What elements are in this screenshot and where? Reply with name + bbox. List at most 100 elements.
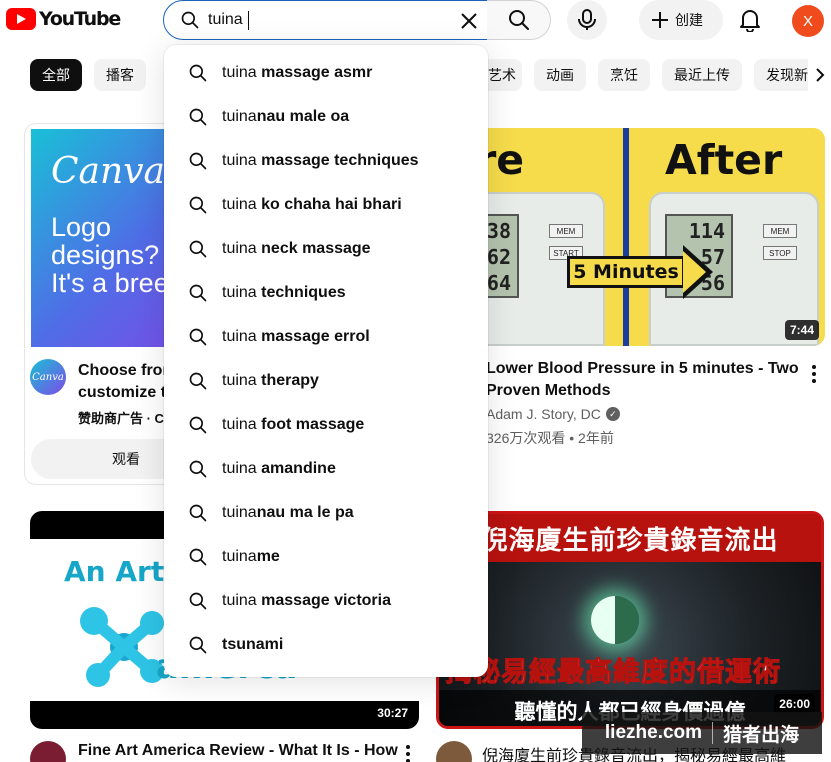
chip-discover[interactable]: 发现新	[754, 59, 814, 91]
chip-animation[interactable]: 动画	[534, 59, 586, 91]
search-suggestion-item[interactable]: tuina amandine	[164, 447, 488, 491]
account-avatar[interactable]: X	[792, 5, 824, 37]
suggestion-typed-text: tuina	[222, 108, 257, 125]
suggestion-completion-text: massage asmr	[256, 64, 373, 81]
thumb-text-top: An Art	[64, 555, 165, 588]
suggestion-completion-text: amandine	[256, 460, 336, 477]
duration-badge: 7:44	[784, 320, 819, 340]
suggestion-typed-text: tuina	[222, 504, 257, 521]
suggestion-completion-text: techniques	[256, 284, 346, 301]
suggestion-completion-text: foot massage	[256, 416, 365, 433]
video-thumbnail[interactable]: 倪海廈生前珍貴錄音流出 揭秘易經最高維度的借運術 聽懂的人都已經身價過億 26:…	[436, 511, 824, 729]
duration-badge: 30:27	[372, 703, 413, 723]
search-icon	[181, 11, 199, 29]
search-suggestion-item[interactable]: tuina ko chaha hai bhari	[164, 183, 488, 227]
search-icon	[508, 10, 529, 30]
ad-channel-logo[interactable]: Canva	[30, 359, 66, 395]
channel-avatar[interactable]	[30, 741, 66, 762]
watermark-divider	[712, 722, 714, 744]
duration-badge: 26:00	[774, 694, 815, 714]
search-input[interactable]	[208, 11, 448, 29]
search-icon	[189, 240, 207, 258]
video-metadata: 326万次观看 • 2年前	[486, 430, 614, 446]
search-suggestion-item[interactable]: tuina massage victoria	[164, 579, 488, 623]
plus-icon	[652, 12, 668, 28]
channel-name[interactable]: Adam J. Story, DC ✓	[486, 406, 620, 422]
search-icon	[189, 196, 207, 214]
chip-cooking[interactable]: 烹饪	[598, 59, 650, 91]
chips-next-button[interactable]	[808, 59, 831, 91]
watermark-right: 猎者出海	[723, 724, 800, 746]
channel-name-text[interactable]: Adam J. Story, DC	[486, 406, 601, 422]
suggestion-completion-text: therapy	[256, 372, 319, 389]
search-icon	[189, 284, 207, 302]
search-suggestion-item[interactable]: tuina neck massage	[164, 227, 488, 271]
search-icon	[189, 548, 207, 566]
search-suggestion-item[interactable]: tuina nau male oa	[164, 95, 488, 139]
search-icon	[189, 108, 207, 126]
search-suggestion-item[interactable]: tuina nau ma le pa	[164, 491, 488, 535]
chip-all[interactable]: 全部	[30, 59, 82, 91]
search-suggestion-item[interactable]: tuina me	[164, 535, 488, 579]
voice-search-button[interactable]	[567, 0, 607, 40]
suggestion-completion-text: me	[256, 548, 280, 565]
thumb-banner-top: 倪海廈生前珍貴錄音流出	[439, 514, 821, 562]
mem-key: MEM	[763, 224, 797, 238]
suggestion-completion-text: neck massage	[256, 240, 371, 257]
arrow-fill	[683, 251, 706, 293]
search-suggestion-item[interactable]: tuina techniques	[164, 271, 488, 315]
suggestion-typed-text: tuina	[222, 592, 257, 609]
bell-icon	[740, 10, 760, 32]
suggestion-completion-text: massage techniques	[256, 152, 419, 169]
suggestion-typed-text: tuina	[222, 152, 257, 169]
search-suggestion-item[interactable]: tuina massage techniques	[164, 139, 488, 183]
create-button[interactable]: 创建	[639, 0, 723, 40]
suggestion-typed-text: tuina	[222, 416, 257, 433]
suggestion-completion-text: nau ma le pa	[256, 504, 354, 521]
kebab-menu-icon	[406, 745, 410, 762]
search-suggestion-item[interactable]: tuina massage asmr	[164, 51, 488, 95]
text-caret	[248, 11, 249, 30]
thumb-banner-mid: 揭秘易經最高維度的借運術	[445, 657, 781, 688]
video-title[interactable]: Fine Art America Review - What It Is - H…	[78, 742, 398, 760]
more-actions-button[interactable]	[802, 362, 826, 386]
thumb-after-panel: After 114 57 56 MEM STOP	[629, 128, 825, 346]
search-box[interactable]	[163, 0, 488, 40]
search-suggestion-item[interactable]: tuina foot massage	[164, 403, 488, 447]
more-actions-button[interactable]	[396, 742, 420, 762]
watermark-left: liezhe.com	[604, 722, 703, 743]
search-button[interactable]	[487, 0, 551, 40]
verified-check-icon: ✓	[605, 407, 620, 421]
suggestion-typed-text: tuina	[222, 64, 257, 81]
kebab-menu-icon	[812, 365, 816, 383]
suggestion-completion-text: massage victoria	[256, 592, 391, 609]
video-title[interactable]: Lower Blood Pressure in 5 minutes - Two …	[486, 358, 799, 402]
thumb-callout: 5 Minutes	[567, 256, 685, 288]
suggestion-completion-text: tsunami	[222, 636, 284, 653]
mem-key: MEM	[549, 224, 583, 238]
chip-recently-uploaded[interactable]: 最近上传	[662, 59, 742, 91]
suggestion-typed-text: tuina	[222, 548, 257, 565]
microphone-icon	[578, 9, 596, 30]
search-icon	[189, 636, 207, 654]
search-icon	[189, 592, 207, 610]
suggestion-completion-text: massage errol	[256, 328, 370, 345]
close-icon	[461, 13, 477, 29]
notifications-button[interactable]	[730, 0, 770, 40]
suggestion-typed-text: tuina	[222, 240, 257, 257]
search-suggestion-item[interactable]: tsunami	[164, 623, 488, 667]
clear-search-button[interactable]	[457, 9, 481, 33]
chip-podcast[interactable]: 播客	[94, 59, 146, 91]
search-icon	[189, 152, 207, 170]
youtube-logo[interactable]: YouTube	[6, 8, 121, 30]
search-suggestion-item[interactable]: tuina therapy	[164, 359, 488, 403]
thumb-after-text: After	[665, 136, 783, 184]
video-thumbnail[interactable]: Before 138 62 64 MEM START After 114 57 …	[437, 128, 825, 346]
start-stop-key: STOP	[763, 246, 797, 260]
channel-avatar[interactable]	[436, 741, 472, 762]
youtube-play-icon	[6, 8, 36, 30]
search-suggestions-dropdown: tuina massage asmr tuina nau male oa tuina …	[164, 45, 488, 677]
suggestion-completion-text: ko chaha hai bhari	[256, 196, 402, 213]
suggestion-completion-text: nau male oa	[256, 108, 350, 125]
search-suggestion-item[interactable]: tuina massage errol	[164, 315, 488, 359]
